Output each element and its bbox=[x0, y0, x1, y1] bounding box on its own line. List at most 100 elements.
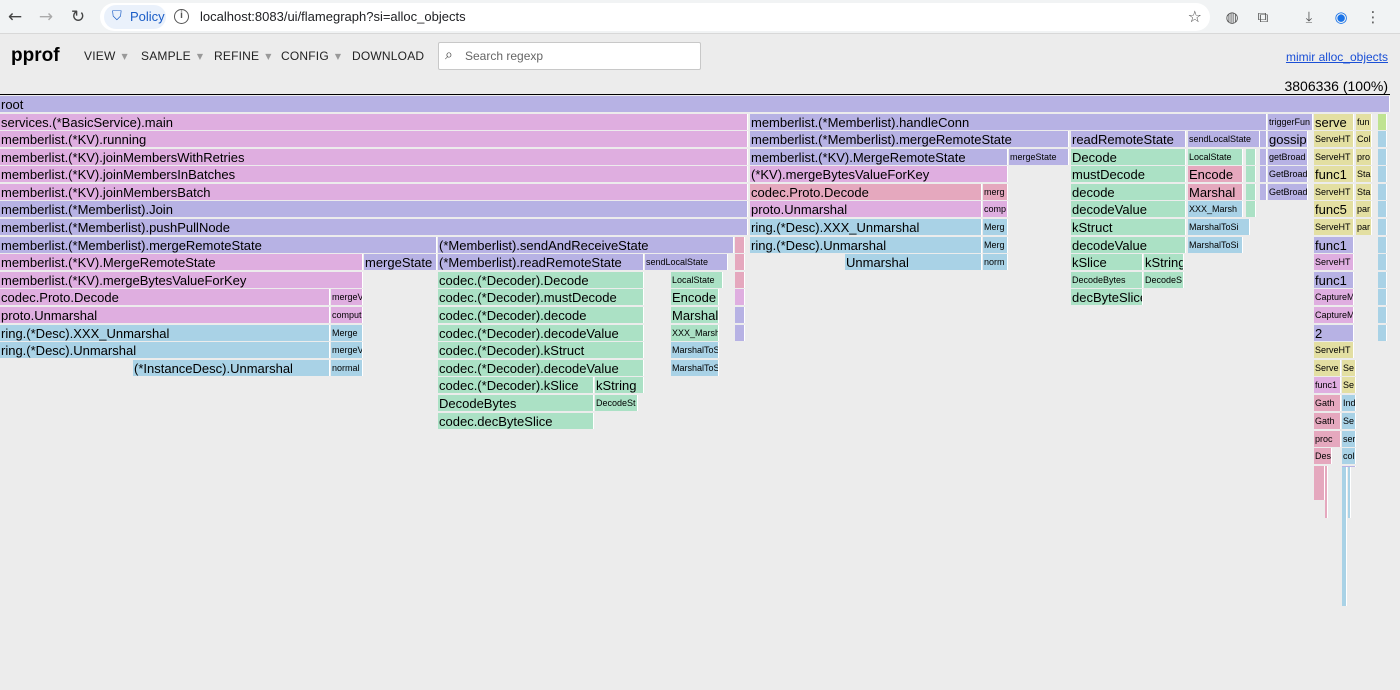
flame-frame[interactable]: comput bbox=[331, 307, 363, 323]
flame-frame[interactable]: Serve bbox=[1314, 360, 1341, 376]
flame-frame[interactable]: ServeHT bbox=[1314, 149, 1354, 165]
flame-frame[interactable]: Decode bbox=[1071, 149, 1186, 165]
flame-frame[interactable]: (*Memberlist).readRemoteState bbox=[438, 254, 644, 270]
flame-frame-sliver[interactable] bbox=[1378, 201, 1387, 217]
flame-frame[interactable]: Col bbox=[1356, 131, 1372, 147]
flame-frame[interactable]: ring.(*Desc).Unmarshal bbox=[0, 342, 330, 358]
flame-frame[interactable]: memberlist.(*Memberlist).Join bbox=[0, 201, 748, 217]
flame-frame[interactable]: Ind bbox=[1342, 395, 1356, 411]
flame-frame[interactable]: memberlist.(*Memberlist).mergeRemoteStat… bbox=[0, 237, 437, 253]
flame-frame-sliver[interactable] bbox=[1246, 166, 1256, 182]
flame-frame-sliver[interactable] bbox=[1342, 466, 1356, 467]
flame-frame-sliver[interactable] bbox=[1260, 149, 1267, 165]
flame-frame[interactable]: codec.(*Decoder).mustDecode bbox=[438, 289, 644, 305]
flame-frame[interactable]: decode bbox=[1071, 184, 1186, 200]
flame-frame[interactable]: memberlist.(*KV).joinMembersInBatches bbox=[0, 166, 748, 182]
flame-frame-sliver[interactable] bbox=[1260, 184, 1267, 200]
flame-frame[interactable]: memberlist.(*KV).joinMembersBatch bbox=[0, 184, 748, 200]
flame-frame-sliver[interactable] bbox=[1378, 325, 1387, 341]
flame-frame-sliver[interactable] bbox=[1378, 272, 1387, 288]
flame-frame[interactable]: Marshal bbox=[1188, 184, 1243, 200]
flame-frame[interactable]: CaptureM bbox=[1314, 307, 1354, 323]
flame-frame[interactable]: triggerFun bbox=[1268, 114, 1313, 130]
flame-frame[interactable]: DecodeBytes bbox=[1071, 272, 1143, 288]
flame-frame[interactable]: func5 bbox=[1314, 201, 1354, 217]
flame-frame[interactable]: proto.Unmarshal bbox=[0, 307, 330, 323]
flame-frame[interactable]: LocalState bbox=[671, 272, 723, 288]
flame-frame-sliver[interactable] bbox=[1325, 466, 1328, 518]
flame-frame[interactable]: DecodeBytes bbox=[438, 395, 594, 411]
flame-frame[interactable]: Gath bbox=[1314, 395, 1341, 411]
flame-frame[interactable]: ServeHT bbox=[1314, 254, 1354, 270]
flame-frame[interactable]: gossip bbox=[1268, 131, 1308, 147]
flame-frame-sliver[interactable] bbox=[1342, 466, 1347, 606]
flame-frame-sliver[interactable] bbox=[735, 325, 745, 341]
flame-frame[interactable]: codec.decByteSlice bbox=[438, 413, 594, 429]
flame-frame[interactable]: func1 bbox=[1314, 166, 1354, 182]
flame-frame[interactable]: codec.Proto.Decode bbox=[750, 184, 982, 200]
flame-frame[interactable]: norm bbox=[983, 254, 1008, 270]
flame-frame[interactable]: LocalState bbox=[1188, 149, 1243, 165]
flame-frame[interactable]: MarshalToSi bbox=[671, 342, 719, 358]
flame-frame[interactable]: services.(*BasicService).main bbox=[0, 114, 748, 130]
flame-frame[interactable]: codec.(*Decoder).kSlice bbox=[438, 377, 594, 393]
flame-frame[interactable]: Se bbox=[1342, 360, 1356, 376]
flame-frame[interactable]: proto.Unmarshal bbox=[750, 201, 982, 217]
flame-frame[interactable]: par bbox=[1356, 201, 1372, 217]
flame-frame-sliver[interactable] bbox=[1246, 184, 1256, 200]
flame-frame[interactable]: codec.(*Decoder).Decode bbox=[438, 272, 644, 288]
flame-frame[interactable]: mergeState bbox=[364, 254, 437, 270]
flame-frame[interactable]: ServeHT bbox=[1314, 184, 1354, 200]
flame-frame[interactable]: codec.Proto.Decode bbox=[0, 289, 330, 305]
flame-frame[interactable]: Sta bbox=[1356, 166, 1372, 182]
flame-frame-sliver[interactable] bbox=[735, 254, 745, 270]
flame-frame[interactable]: kStruct bbox=[1071, 219, 1186, 235]
flame-frame-sliver[interactable] bbox=[1378, 237, 1387, 253]
flame-frame[interactable]: (*KV).mergeBytesValueForKey bbox=[750, 166, 1008, 182]
flame-frame[interactable]: root bbox=[0, 96, 1390, 112]
flame-frame[interactable]: memberlist.(*KV).MergeRemoteState bbox=[0, 254, 363, 270]
flame-frame[interactable]: func1 bbox=[1314, 237, 1354, 253]
flame-frame[interactable]: CaptureM bbox=[1314, 289, 1354, 305]
flame-frame-sliver[interactable] bbox=[1378, 114, 1387, 130]
flame-frame[interactable]: ServeHT bbox=[1314, 131, 1354, 147]
flame-frame-sliver[interactable] bbox=[1378, 149, 1387, 165]
flame-frame[interactable]: MarshalToSi bbox=[1188, 237, 1243, 253]
flame-frame[interactable]: MarshalToSi bbox=[671, 360, 719, 376]
flame-frame[interactable]: Des bbox=[1314, 448, 1332, 464]
flame-frame[interactable]: Merge bbox=[331, 325, 363, 341]
flame-frame[interactable]: kSlice bbox=[1071, 254, 1143, 270]
flame-frame-sliver[interactable] bbox=[735, 272, 745, 288]
flame-frame[interactable]: DecodeS bbox=[1144, 272, 1184, 288]
flame-frame[interactable]: codec.(*Decoder).decodeValue bbox=[438, 360, 644, 376]
flame-frame[interactable]: mergeState bbox=[1009, 149, 1069, 165]
flame-frame-sliver[interactable] bbox=[1348, 466, 1351, 518]
flame-frame[interactable]: proc bbox=[1314, 431, 1341, 447]
flame-frame[interactable]: sendLocalState bbox=[1188, 131, 1260, 147]
flame-frame[interactable]: DecodeSt bbox=[595, 395, 638, 411]
flame-frame[interactable]: memberlist.(*KV).mergeBytesValueForKey bbox=[0, 272, 363, 288]
flame-frame[interactable]: XXX_Marsh bbox=[1188, 201, 1243, 217]
flame-frame-sliver[interactable] bbox=[1260, 114, 1267, 130]
flame-frame[interactable]: Se bbox=[1342, 413, 1356, 429]
flame-frame-sliver[interactable] bbox=[1260, 131, 1267, 147]
flame-frame[interactable]: GetBroad bbox=[1268, 166, 1308, 182]
flame-frame[interactable]: ser bbox=[1342, 431, 1356, 447]
flame-frame[interactable]: memberlist.(*KV).MergeRemoteState bbox=[750, 149, 1008, 165]
flame-frame[interactable]: memberlist.(*KV).running bbox=[0, 131, 748, 147]
flame-frame[interactable]: decodeValue bbox=[1071, 201, 1186, 217]
flame-frame[interactable]: ring.(*Desc).XXX_Unmarshal bbox=[750, 219, 982, 235]
flame-frame[interactable]: readRemoteState bbox=[1071, 131, 1186, 147]
flame-frame[interactable]: decByteSlice bbox=[1071, 289, 1143, 305]
flame-frame[interactable]: sendLocalState bbox=[645, 254, 728, 270]
flame-frame-sliver[interactable] bbox=[1378, 219, 1387, 235]
flame-frame[interactable]: Marshal bbox=[671, 307, 719, 323]
flame-frame-sliver[interactable] bbox=[735, 237, 745, 253]
flame-frame-sliver[interactable] bbox=[1378, 184, 1387, 200]
flame-frame[interactable]: func1 bbox=[1314, 377, 1341, 393]
flame-frame[interactable]: par bbox=[1356, 219, 1372, 235]
flame-frame[interactable]: Merg bbox=[983, 237, 1008, 253]
flame-frame[interactable]: GetBroad bbox=[1268, 184, 1308, 200]
flame-frame[interactable]: memberlist.(*Memberlist).pushPullNode bbox=[0, 219, 748, 235]
flame-frame-sliver[interactable] bbox=[1378, 131, 1387, 147]
